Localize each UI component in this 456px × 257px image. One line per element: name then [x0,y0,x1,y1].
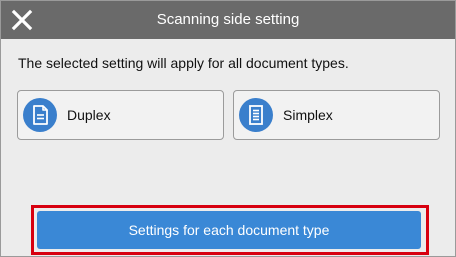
dialog: Scanning side setting The selected setti… [0,0,456,257]
simplex-document-icon [239,98,273,132]
settings-per-document-type-button[interactable]: Settings for each document type [37,211,421,249]
dialog-title: Scanning side setting [156,11,300,28]
info-message: The selected setting will apply for all … [18,55,349,71]
duplex-button[interactable]: Duplex [17,90,224,140]
simplex-label: Simplex [283,107,333,123]
duplex-label: Duplex [67,107,111,123]
title-bar: Scanning side setting [1,1,455,39]
duplex-document-icon [23,98,57,132]
simplex-button[interactable]: Simplex [233,90,440,140]
